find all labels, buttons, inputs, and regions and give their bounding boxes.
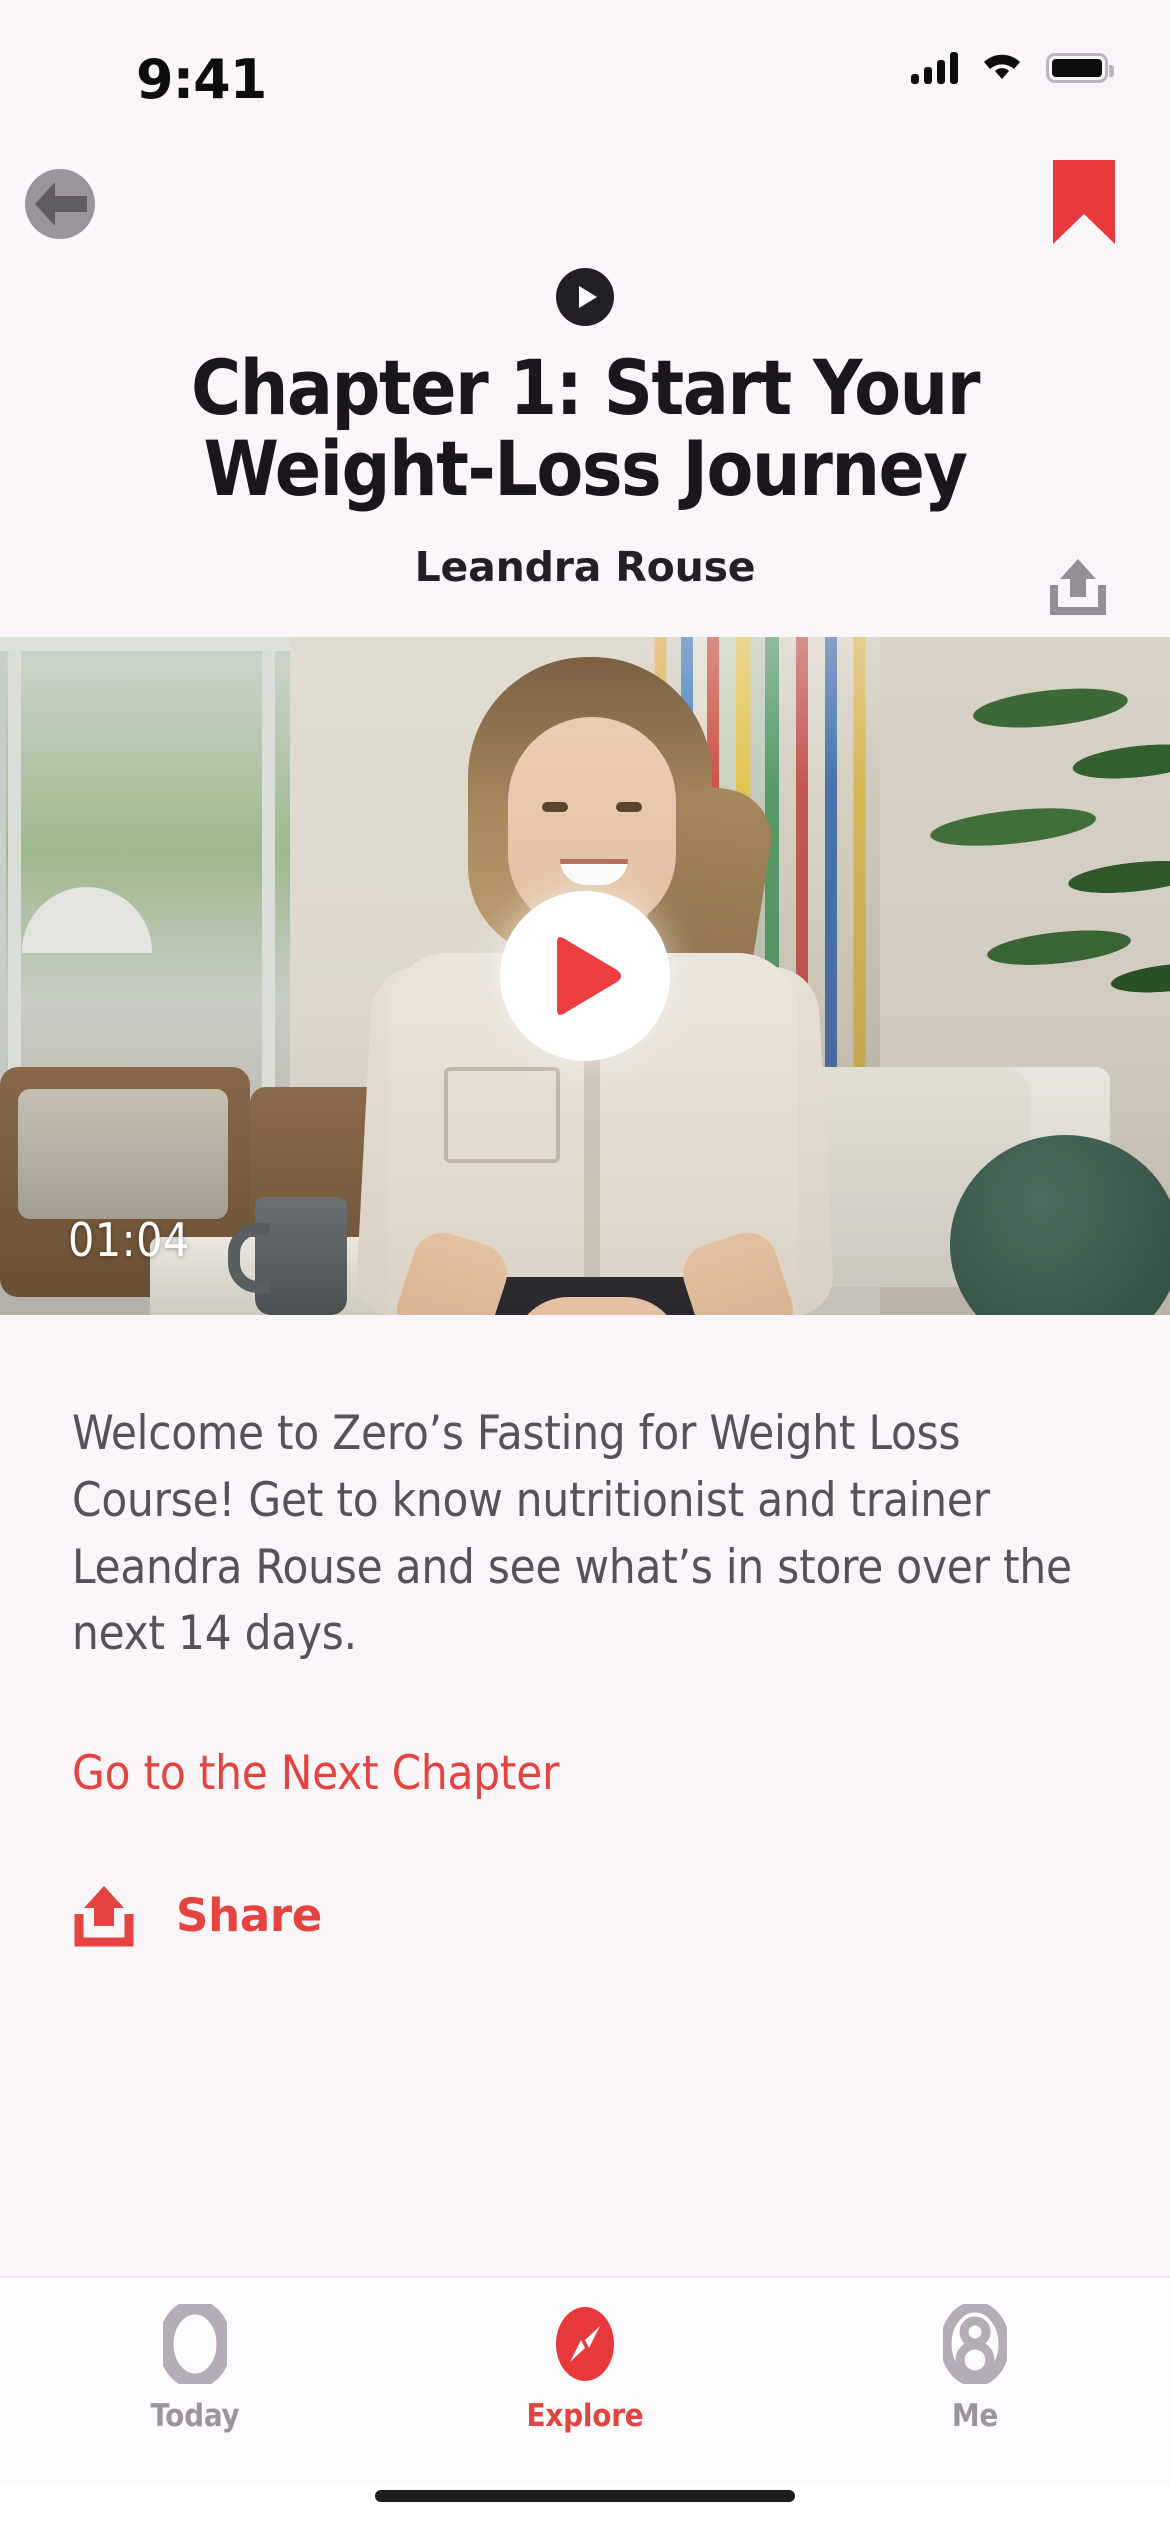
header-share-button[interactable]	[1038, 545, 1118, 625]
play-circle-icon	[556, 268, 614, 326]
next-chapter-link[interactable]: Go to the Next Chapter	[72, 1746, 559, 1802]
bookmark-filled-icon	[1053, 160, 1115, 244]
status-bar-icons	[911, 52, 1114, 84]
video-duration: 01:04	[68, 1213, 190, 1268]
share-icon	[1050, 559, 1106, 616]
navigation-row	[0, 150, 1170, 260]
tab-today[interactable]: Today	[0, 2304, 390, 2434]
page-title: Chapter 1: Start Your Weight-Loss Journe…	[191, 343, 980, 513]
wifi-icon	[980, 52, 1024, 84]
person-icon	[943, 2304, 1007, 2384]
tab-me[interactable]: Me	[780, 2304, 1170, 2434]
share-icon	[74, 1886, 134, 1947]
back-button[interactable]	[18, 162, 102, 246]
tab-explore[interactable]: Explore	[390, 2304, 780, 2434]
share-button[interactable]: Share	[72, 1882, 322, 1948]
author-name: Leandra Rouse	[414, 543, 756, 592]
video-play-button[interactable]	[500, 891, 670, 1062]
chapter-content: Welcome to Zero’s Fasting for Weight Los…	[0, 1315, 1170, 2276]
status-bar: 9:41	[0, 0, 1170, 150]
bookmark-button[interactable]	[1042, 160, 1126, 250]
back-arrow-icon	[35, 182, 87, 226]
play-circle-badge	[60, 268, 1110, 326]
chapter-header: Chapter 1: Start Your Weight-Loss Journe…	[0, 260, 1170, 638]
explore-compass-icon	[556, 2307, 614, 2381]
home-indicator[interactable]	[375, 2490, 795, 2502]
today-ring-icon	[163, 2304, 227, 2384]
chapter-description: Welcome to Zero’s Fasting for Weight Los…	[72, 1406, 1072, 1662]
cellular-signal-icon	[911, 52, 958, 84]
status-bar-time: 9:41	[136, 48, 267, 111]
tab-me-label: Me	[951, 2398, 999, 2434]
tab-today-label: Today	[150, 2398, 240, 2434]
app-screen: 9:41 Chapter 1: Start Your Weight-Loss J…	[0, 0, 1170, 2532]
video-player[interactable]: 01:04	[0, 637, 1170, 1316]
share-button-label: Share	[176, 1888, 323, 1942]
home-indicator-area	[0, 2486, 1170, 2532]
bottom-tab-bar: Today Explore Me	[0, 2276, 1170, 2486]
play-triangle-icon	[557, 937, 621, 1016]
battery-full-icon	[1046, 53, 1114, 83]
tab-explore-label: Explore	[526, 2398, 644, 2434]
